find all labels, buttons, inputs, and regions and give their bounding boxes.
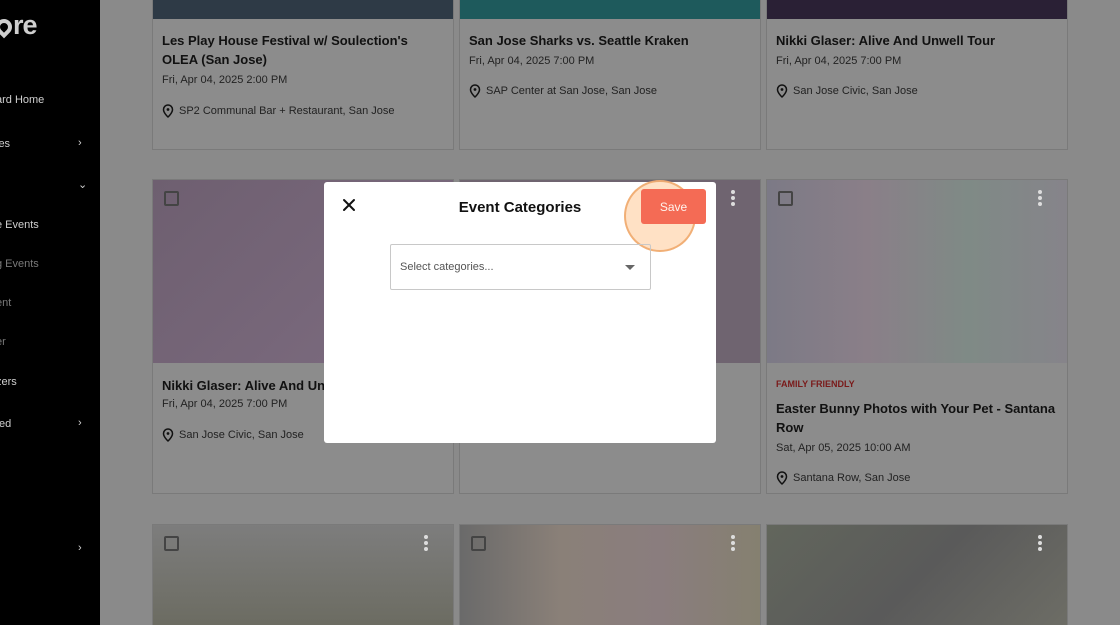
event-card[interactable]	[459, 524, 761, 625]
brand-logo[interactable]: re	[0, 10, 38, 41]
event-image	[767, 180, 1067, 363]
select-checkbox[interactable]	[471, 536, 486, 551]
sidebar-item-live-events[interactable]: e Events	[0, 216, 100, 236]
event-date: Fri, Apr 04, 2025 7:00 PM	[469, 55, 595, 67]
chevron-right-icon: ›	[78, 417, 82, 429]
location-pin-icon	[162, 428, 174, 442]
save-button[interactable]: Save	[641, 189, 706, 224]
location-pin-icon	[162, 104, 174, 118]
event-card[interactable]	[766, 524, 1068, 625]
event-title[interactable]: Nikki Glaser: Alive And Unwell Tour	[776, 31, 1056, 50]
sidebar-item-organizers[interactable]: zers	[0, 373, 100, 393]
event-image	[460, 0, 760, 19]
sidebar-item-pending-events[interactable]: g Events	[0, 255, 100, 275]
event-categories-dialog: Event Categories Save Select categories.…	[324, 180, 716, 443]
event-image	[460, 525, 760, 625]
more-options-icon[interactable]	[731, 535, 735, 551]
event-image	[767, 525, 1067, 625]
event-card[interactable]	[152, 524, 454, 625]
event-title[interactable]: San Jose Sharks vs. Seattle Kraken	[469, 31, 749, 50]
caret-down-icon	[625, 265, 635, 270]
event-date: Fri, Apr 04, 2025 7:00 PM	[162, 398, 288, 410]
more-options-icon[interactable]	[1038, 535, 1042, 551]
event-date: Fri, Apr 04, 2025 2:00 PM	[162, 74, 288, 86]
sidebar-item-dashboard-home[interactable]: ard Home	[0, 91, 100, 111]
event-image	[153, 525, 453, 625]
event-date: Fri, Apr 04, 2025 7:00 PM	[776, 55, 902, 67]
event-location: San Jose Civic, San Jose	[162, 428, 304, 442]
event-location: SP2 Communal Bar + Restaurant, San Jose	[162, 104, 395, 118]
chevron-down-icon: ⌄	[78, 179, 88, 191]
more-options-icon[interactable]	[731, 190, 735, 206]
location-pin-icon	[776, 84, 788, 98]
select-placeholder: Select categories...	[400, 261, 494, 273]
sidebar-item-filter[interactable]: er	[0, 333, 100, 353]
categories-select[interactable]: Select categories...	[390, 244, 651, 290]
sidebar-item-events-group[interactable]: ⌄	[0, 176, 100, 196]
event-location: San Jose Civic, San Jose	[776, 84, 918, 98]
event-title[interactable]: Les Play House Festival w/ Soulection's …	[162, 31, 442, 69]
event-card[interactable]: Les Play House Festival w/ Soulection's …	[152, 0, 454, 150]
event-title[interactable]: Easter Bunny Photos with Your Pet - Sant…	[776, 399, 1056, 437]
sidebar-item-categories[interactable]: ies›	[0, 135, 100, 155]
sidebar: re ard Home ies› ⌄ e Events g Events ent…	[0, 0, 100, 625]
event-location: SAP Center at San Jose, San Jose	[469, 84, 657, 98]
sidebar-item-more[interactable]: ›	[0, 540, 100, 560]
location-pin-icon	[469, 84, 481, 98]
event-date: Sat, Apr 05, 2025 10:00 AM	[776, 442, 911, 454]
select-checkbox[interactable]	[164, 191, 179, 206]
more-options-icon[interactable]	[424, 535, 428, 551]
chevron-right-icon: ›	[78, 137, 82, 149]
event-card[interactable]: San Jose Sharks vs. Seattle Kraken Fri, …	[459, 0, 761, 150]
sidebar-item-add-event[interactable]: ent	[0, 294, 100, 314]
event-card[interactable]: Nikki Glaser: Alive And Unwell Tour Fri,…	[766, 0, 1068, 150]
select-checkbox[interactable]	[164, 536, 179, 551]
event-image	[153, 0, 453, 19]
more-options-icon[interactable]	[1038, 190, 1042, 206]
event-location: Santana Row, San Jose	[776, 471, 910, 485]
category-tag: FAMILY FRIENDLY	[776, 379, 855, 389]
chevron-right-icon: ›	[78, 542, 82, 554]
location-pin-icon	[776, 471, 788, 485]
event-card[interactable]: FAMILY FRIENDLY Easter Bunny Photos with…	[766, 179, 1068, 494]
select-checkbox[interactable]	[778, 191, 793, 206]
event-image	[767, 0, 1067, 19]
sidebar-item-promoted[interactable]: ted›	[0, 415, 100, 435]
